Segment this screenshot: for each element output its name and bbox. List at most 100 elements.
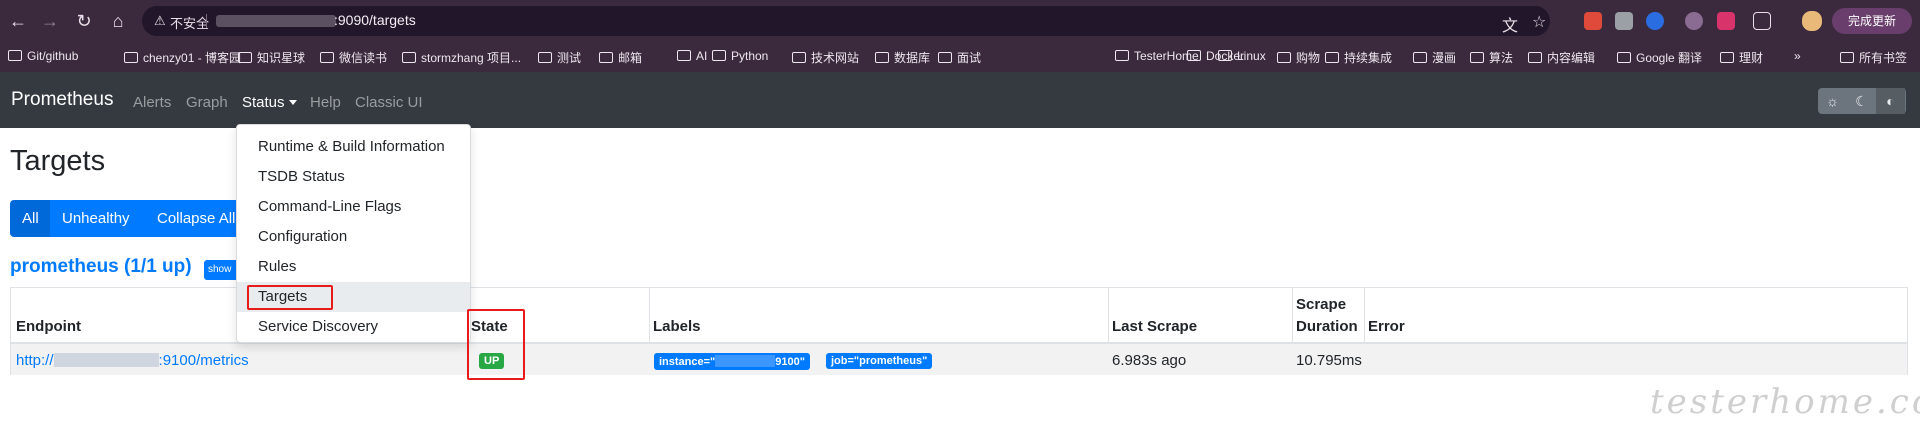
last-scrape-value: 6.983s ago (1112, 352, 1187, 369)
extension-circle-icon[interactable] (1685, 12, 1703, 30)
folder-icon (1840, 52, 1854, 63)
home-icon[interactable]: ⌂ (106, 9, 130, 33)
brand-logo[interactable]: Prometheus (11, 89, 113, 111)
extension-download-icon[interactable] (1615, 12, 1633, 30)
nav-status[interactable]: Status (242, 94, 297, 111)
header-labels: Labels (653, 318, 701, 335)
bookmark-label: 测试 (557, 51, 582, 65)
bookmark-label: 理财 (1739, 51, 1764, 65)
bookmark-item[interactable]: 面试 (938, 49, 981, 66)
bookmark-item[interactable]: 测试 (538, 49, 581, 66)
menu-item-service-discovery[interactable]: Service Discovery (237, 312, 470, 342)
bookmark-label: Git/github (27, 49, 79, 63)
folder-icon (792, 52, 806, 63)
nav-alerts[interactable]: Alerts (133, 94, 171, 111)
header-endpoint: Endpoint (16, 318, 81, 335)
menu-item-tsdb-status[interactable]: TSDB Status (237, 162, 470, 192)
menu-item-rules[interactable]: Rules (237, 252, 470, 282)
menu-item-runtime-build-info[interactable]: Runtime & Build Information (237, 132, 470, 162)
bookmark-item[interactable]: 数据库 (875, 49, 930, 66)
bookmark-label: 邮箱 (618, 51, 643, 65)
bookmark-item[interactable]: AI (677, 49, 707, 63)
header-scrape-duration-line2: Duration (1296, 318, 1358, 335)
back-arrow-icon[interactable]: ← (6, 9, 30, 33)
update-button[interactable]: 完成更新 (1832, 8, 1912, 34)
avatar[interactable] (1802, 11, 1822, 31)
auto-theme-icon[interactable]: ◐ (1876, 88, 1905, 114)
bookmark-label: chenzy01 - 博客园 (143, 51, 242, 65)
endpoint-link[interactable]: http://:9100/metrics (16, 352, 249, 369)
bookmark-label: 知识星球 (257, 51, 306, 65)
bookmark-item[interactable]: Git/github (8, 49, 78, 63)
endpoint-suffix: :9100/metrics (158, 352, 249, 369)
folder-icon (938, 52, 952, 63)
extensions-puzzle-icon[interactable] (1753, 12, 1771, 30)
translate-icon[interactable]: 文 (1502, 12, 1518, 36)
light-theme-icon[interactable]: ☼ (1818, 88, 1847, 114)
bookmark-label: 持续集成 (1344, 51, 1393, 65)
folder-icon (1617, 52, 1631, 63)
security-warning[interactable]: 不安全 (170, 13, 209, 32)
menu-item-command-line-flags[interactable]: Command-Line Flags (237, 192, 470, 222)
theme-toggle-group: ☼ ☾ ◐ (1818, 88, 1906, 114)
folder-icon (8, 50, 22, 61)
bookmark-item[interactable]: 技术网站 (792, 49, 859, 66)
folder-icon (677, 50, 691, 61)
prometheus-navbar: Prometheus Alerts Graph Status Help Clas… (0, 72, 1920, 128)
extension-diamond-icon[interactable] (1646, 12, 1664, 30)
folder-icon (1470, 52, 1484, 63)
header-scrape-duration-line1: Scrape (1296, 296, 1347, 313)
forward-arrow-icon[interactable]: → (38, 9, 62, 33)
bookmark-label: 技术网站 (811, 51, 860, 65)
redacted-host (216, 15, 336, 27)
job-title[interactable]: prometheus (1/1 up) (10, 256, 192, 278)
bookmark-item[interactable]: 微信读书 (320, 49, 387, 66)
header-error: Error (1368, 318, 1405, 335)
menu-item-configuration[interactable]: Configuration (237, 222, 470, 252)
menu-item-targets[interactable]: Targets (237, 282, 470, 312)
nav-graph[interactable]: Graph (186, 94, 228, 111)
redacted-host (53, 353, 159, 367)
nav-help[interactable]: Help (310, 94, 341, 111)
all-bookmarks[interactable]: 所有书签 (1840, 49, 1907, 66)
bookmark-item[interactable]: Python (712, 49, 768, 63)
extension-pdf-icon[interactable] (1584, 12, 1602, 30)
folder-icon (402, 52, 416, 63)
folder-icon (124, 52, 138, 63)
caret-down-icon (288, 100, 297, 105)
bookmark-label: 数据库 (894, 51, 931, 65)
folder-icon (1115, 50, 1129, 61)
bookmark-label: Linux (1237, 49, 1266, 63)
bookmark-item[interactable]: 算法 (1470, 49, 1513, 66)
bookmarks-overflow[interactable]: » (1794, 49, 1801, 63)
bookmark-item[interactable]: 内容编辑 (1528, 49, 1595, 66)
collapse-all-button[interactable]: Collapse All (145, 200, 246, 237)
warning-icon: ⚠ (154, 13, 166, 28)
all-bookmarks-label: 所有书签 (1859, 51, 1908, 65)
bookmark-item[interactable]: 漫画 (1413, 49, 1456, 66)
bookmark-item[interactable]: 购物 (1277, 49, 1320, 66)
filter-all-button[interactable]: All (10, 200, 50, 237)
nav-classic-ui[interactable]: Classic UI (355, 94, 423, 111)
address-bar[interactable]: ⚠ 不安全 :9090/targets 文 ☆ (142, 6, 1550, 36)
bookmark-item[interactable]: Linux (1218, 49, 1266, 63)
bookmark-label: 算法 (1489, 51, 1514, 65)
bookmark-item[interactable]: 邮箱 (599, 49, 642, 66)
bookmark-label: AI (696, 49, 708, 63)
bookmark-label: Google 翻译 (1636, 51, 1703, 65)
bookmark-item[interactable]: 持续集成 (1325, 49, 1392, 66)
folder-icon (1720, 52, 1734, 63)
extension-pink-icon[interactable] (1717, 12, 1735, 30)
filter-unhealthy-button[interactable]: Unhealthy (50, 200, 145, 237)
bookmark-item[interactable]: stormzhang 项目... (402, 49, 521, 66)
status-dropdown-menu: Runtime & Build Information TSDB Status … (236, 124, 471, 343)
redacted-instance (715, 355, 776, 367)
bookmark-item[interactable]: Google 翻译 (1617, 49, 1702, 66)
bookmark-item[interactable]: chenzy01 - 博客园 (124, 49, 241, 66)
dark-theme-icon[interactable]: ☾ (1847, 88, 1876, 114)
bookmark-item[interactable]: 知识星球 (238, 49, 305, 66)
folder-icon (238, 52, 252, 63)
reload-icon[interactable]: ↻ (72, 9, 96, 33)
bookmark-item[interactable]: 理财 (1720, 49, 1763, 66)
star-icon[interactable]: ☆ (1532, 12, 1546, 32)
